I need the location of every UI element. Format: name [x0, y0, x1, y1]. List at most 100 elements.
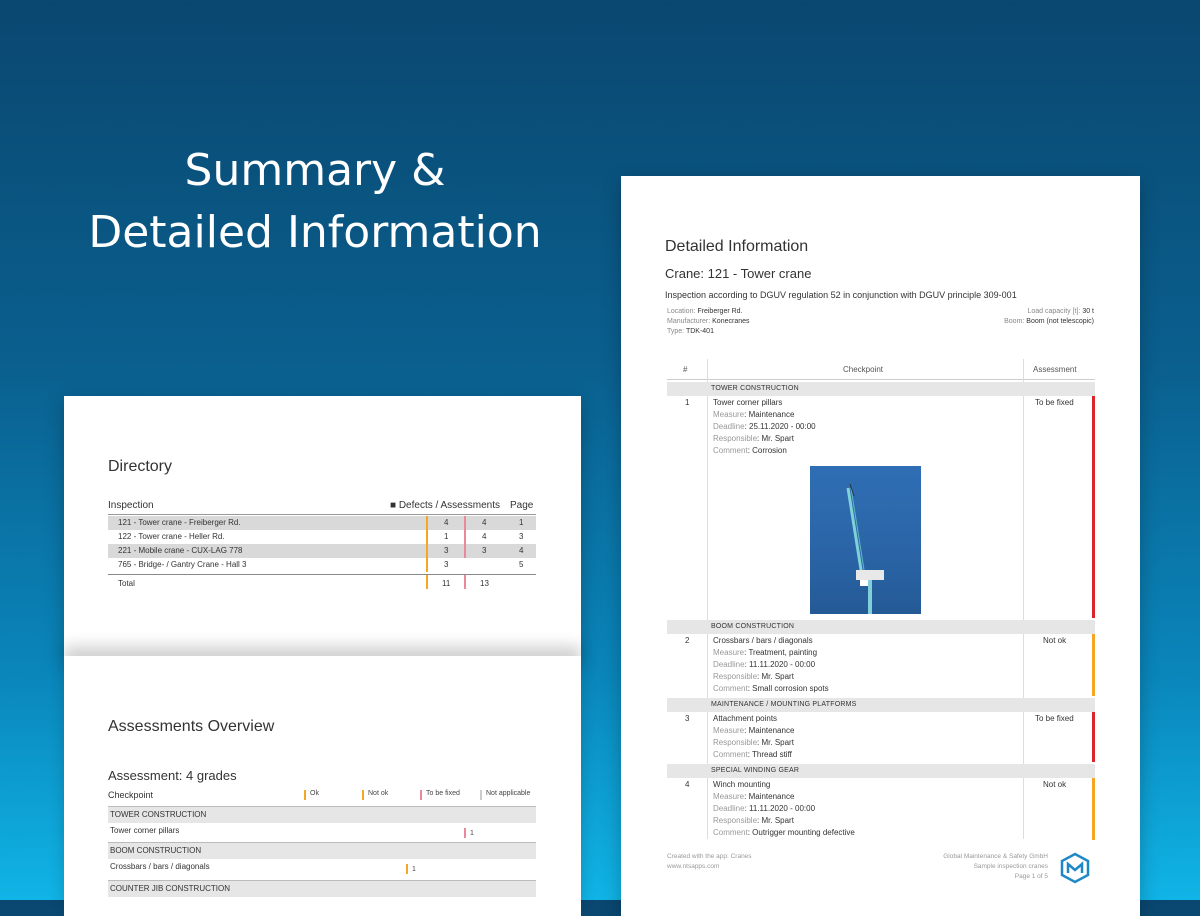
section-header: TOWER CONSTRUCTION [108, 806, 536, 823]
directory-col-inspection: Inspection [108, 500, 154, 511]
footer-website: www.ntsapps.com [667, 863, 720, 870]
directory-row-defects: 3 [444, 560, 449, 569]
item-deadline: Deadline: 25.11.2020 - 00:00 [713, 422, 816, 431]
detailed-information-sheet: Detailed Information Crane: 121 - Tower … [621, 176, 1140, 916]
directory-row-defects: 1 [444, 532, 449, 541]
headline-line-1: Summary & [184, 145, 446, 196]
item-responsible: Responsible: Mr. Spart [713, 434, 794, 443]
assessments-overview-sheet: Assessments Overview Assessment: 4 grade… [64, 656, 581, 916]
headline: Summary & Detailed Information [0, 140, 630, 264]
item-responsible: Responsible: Mr. Spart [713, 738, 794, 747]
directory-header: Inspection ■ Defects / Assessments Page [108, 500, 536, 515]
assessment-bar [1092, 634, 1095, 696]
directory-sheet: Directory Inspection ■ Defects / Assessm… [64, 396, 581, 658]
assessments-bar [464, 516, 466, 530]
meta-boom: Boom: Boom (not telescopic) [1004, 318, 1094, 325]
grade-not-ok: Not ok [368, 790, 389, 797]
item-measure: Measure: Maintenance [713, 726, 795, 735]
item-checkpoint: Attachment points [713, 714, 778, 723]
section-header: SPECIAL WINDING GEAR [667, 764, 1095, 778]
grade-ok-marker [304, 790, 306, 800]
directory-row-page: 1 [519, 518, 524, 527]
crane-title: Crane: 121 - Tower crane [665, 266, 812, 281]
defects-bar [426, 575, 428, 589]
section-header: MAINTENANCE / MOUNTING PLATFORMS [667, 698, 1095, 712]
directory-row-name: 121 - Tower crane - Freiberger Rd. [118, 518, 241, 527]
item-measure: Measure: Maintenance [713, 792, 795, 801]
defects-bar [426, 530, 428, 544]
directory-row[interactable]: 121 - Tower crane - Freiberger Rd. 4 4 1 [108, 516, 536, 530]
directory-total-defects: 11 [442, 579, 451, 588]
item-measure: Measure: Treatment, painting [713, 648, 818, 657]
footer-company: Global Maintenance & Safety GmbH [943, 853, 1048, 860]
section-header: BOOM CONSTRUCTION [667, 620, 1095, 634]
col-checkpoint: Checkpoint [843, 365, 884, 374]
checkpoint-item[interactable]: 2 Crossbars / bars / diagonals Measure: … [667, 636, 1095, 696]
footer-right: Global Maintenance & Safety GmbH Sample … [943, 852, 1048, 882]
detail-title: Detailed Information [665, 238, 809, 255]
footer-document: Sample inspection cranes [973, 863, 1048, 870]
section-header: COUNTER JIB CONSTRUCTION [108, 880, 536, 897]
checkpoint-row[interactable]: Tower corner pillars 1 [108, 824, 536, 842]
meta-load: Load capacity [t]: 30 t [1027, 308, 1094, 315]
grades-legend: Checkpoint Ok Not ok To be fixed Not app… [108, 790, 536, 802]
footer-page: Page 1 of 5 [1014, 873, 1048, 880]
assessments-bar [464, 530, 466, 544]
assessments-overview-subtitle: Assessment: 4 grades [108, 768, 237, 783]
grade-to-be-fixed: To be fixed [426, 790, 460, 797]
col-checkpoint: Checkpoint [108, 790, 154, 800]
item-comment: Comment: Thread stiff [713, 750, 792, 759]
item-measure: Measure: Maintenance [713, 410, 795, 419]
directory-row-defects: 4 [444, 518, 449, 527]
directory-row[interactable]: 765 - Bridge- / Gantry Crane - Hall 3 3 … [108, 558, 536, 572]
item-comment: Comment: Outrigger mounting defective [713, 828, 855, 837]
checkpoint-row[interactable]: Crossbars / bars / diagonals 1 [108, 860, 536, 878]
defects-bar [426, 516, 428, 530]
directory-row[interactable]: 221 - Mobile crane - CUX-LAG 778 3 3 4 [108, 544, 536, 558]
app-logo-icon [1059, 852, 1091, 884]
directory-row-page: 3 [519, 532, 524, 541]
item-responsible: Responsible: Mr. Spart [713, 816, 794, 825]
item-number: 3 [685, 714, 690, 723]
item-number: 2 [685, 636, 690, 645]
directory-row-defects: 3 [444, 546, 449, 555]
footer-created-with: Created with the app: Cranes [667, 853, 752, 860]
directory-row-name: 765 - Bridge- / Gantry Crane - Hall 3 [118, 560, 247, 569]
directory-col-page: Page [510, 500, 534, 511]
item-comment: Comment: Small corrosion spots [713, 684, 829, 693]
crane-photo[interactable] [810, 466, 921, 614]
assessments-bar [464, 575, 466, 589]
section-header: BOOM CONSTRUCTION [108, 842, 536, 859]
directory-row-assessments: 4 [482, 518, 487, 527]
directory-row[interactable]: 122 - Tower crane - Heller Rd. 1 4 3 [108, 530, 536, 544]
headline-line-2: Detailed Information [88, 207, 542, 258]
item-checkpoint: Crossbars / bars / diagonals [713, 636, 813, 645]
item-comment: Comment: Corrosion [713, 446, 787, 455]
checkpoint-item[interactable]: 3 Attachment points Measure: Maintenance… [667, 714, 1095, 764]
directory-row-page: 4 [519, 546, 524, 555]
item-checkpoint: Tower corner pillars [713, 398, 783, 407]
assessment-bar [1092, 778, 1095, 840]
assessments-overview-title: Assessments Overview [108, 718, 275, 735]
checkpoint-item[interactable]: 4 Winch mounting Measure: Maintenance De… [667, 780, 1095, 840]
directory-total-row: Total 11 13 [108, 574, 536, 589]
detail-table-header: # Checkpoint Assessment [667, 359, 1095, 380]
item-assessment: To be fixed [1035, 714, 1074, 723]
directory-row-name: 122 - Tower crane - Heller Rd. [118, 532, 225, 541]
col-assessment: Assessment [1033, 365, 1077, 374]
item-number: 4 [685, 780, 690, 789]
meta-location: Location: Freiberger Rd. [667, 308, 743, 315]
directory-total-label: Total [118, 579, 135, 588]
meta-manufacturer: Manufacturer: Konecranes [667, 318, 750, 325]
defects-bar [426, 558, 428, 572]
directory-total-assessments: 13 [480, 579, 489, 588]
grade-not-applicable-marker [480, 790, 482, 800]
item-assessment: Not ok [1043, 780, 1067, 789]
grade-bar [464, 828, 466, 838]
col-number: # [683, 365, 688, 374]
item-checkpoint: Winch mounting [713, 780, 771, 789]
directory-row-assessments: 3 [482, 546, 487, 555]
grade-to-be-fixed-marker [420, 790, 422, 800]
directory-col-defects: ■ Defects / Assessments [390, 500, 500, 511]
assessment-bar [1092, 712, 1095, 762]
